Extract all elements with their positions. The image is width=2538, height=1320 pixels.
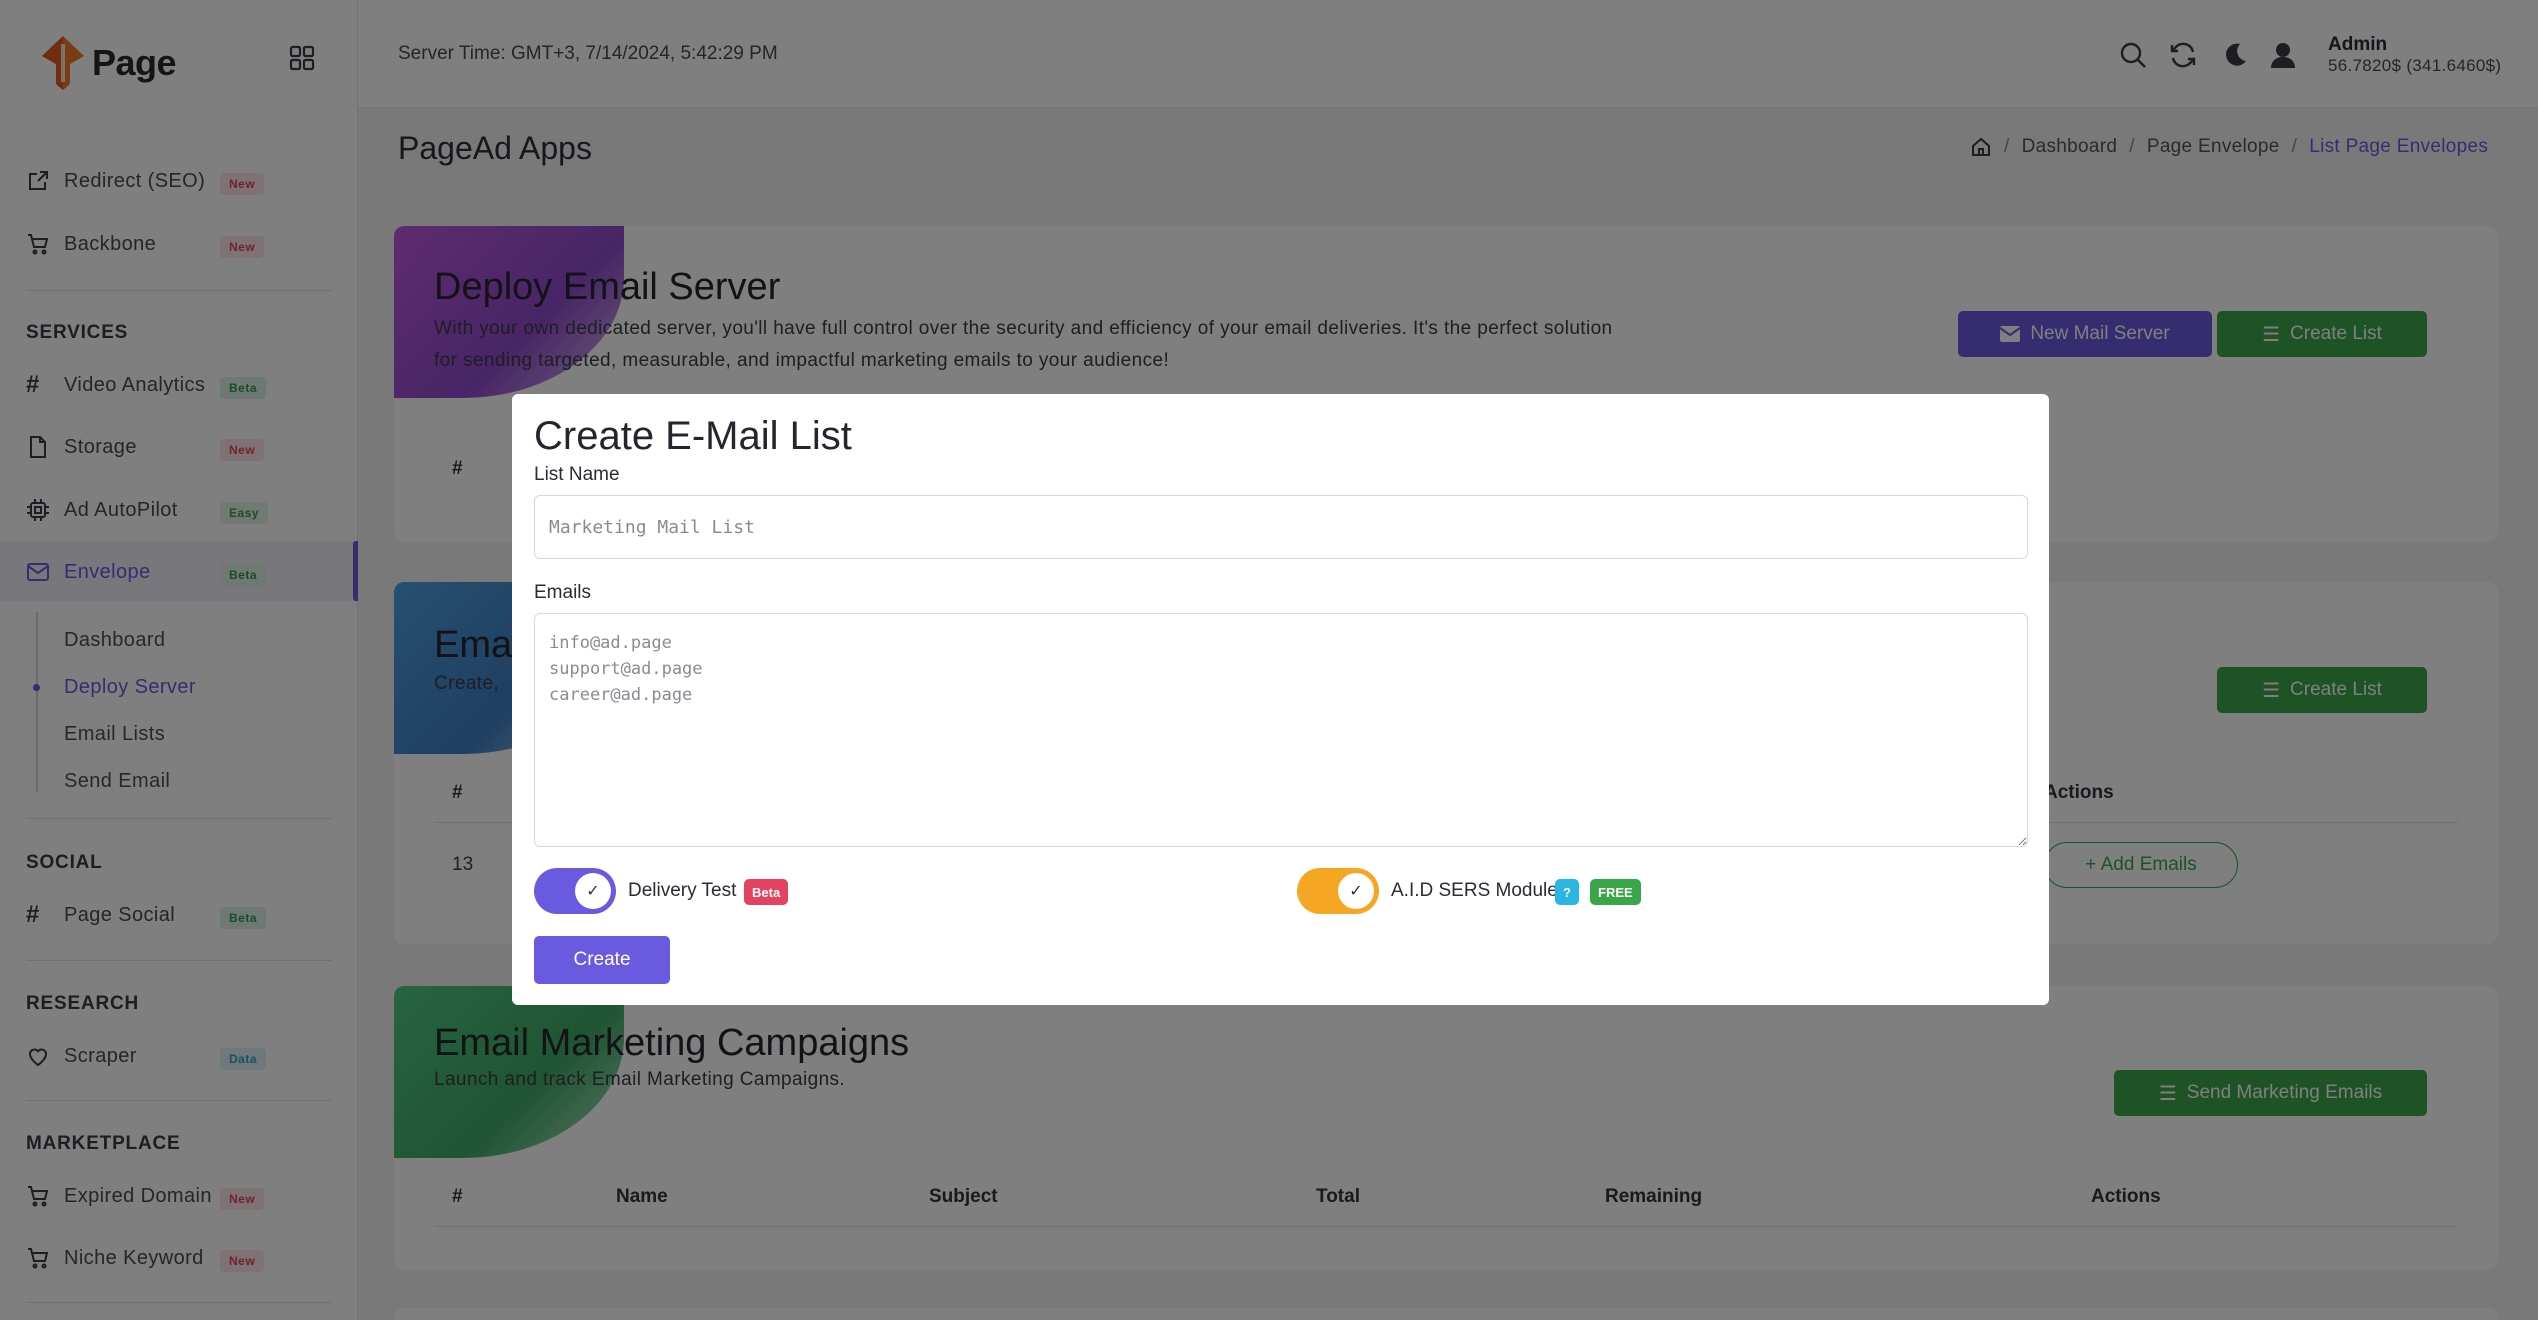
- create-email-list-modal: Create E-Mail List List Name Emails ✓ De…: [512, 394, 2049, 1005]
- modal-title: Create E-Mail List: [534, 414, 852, 458]
- sers-module-toggle[interactable]: ✓: [1297, 868, 1379, 914]
- list-name-input[interactable]: [534, 495, 2028, 559]
- help-badge[interactable]: ?: [1555, 879, 1579, 905]
- emails-label: Emails: [534, 582, 592, 603]
- check-icon: ✓: [575, 873, 611, 909]
- check-icon: ✓: [1338, 873, 1374, 909]
- sers-module-label: A.I.D SERS Module: [1391, 880, 1558, 901]
- delivery-test-label: Delivery Test: [628, 880, 737, 901]
- delivery-test-toggle[interactable]: ✓: [534, 868, 616, 914]
- emails-textarea[interactable]: [534, 613, 2028, 847]
- free-badge: FREE: [1590, 879, 1641, 905]
- beta-badge: Beta: [744, 879, 789, 905]
- list-name-label: List Name: [534, 464, 620, 485]
- create-button[interactable]: Create: [534, 936, 670, 984]
